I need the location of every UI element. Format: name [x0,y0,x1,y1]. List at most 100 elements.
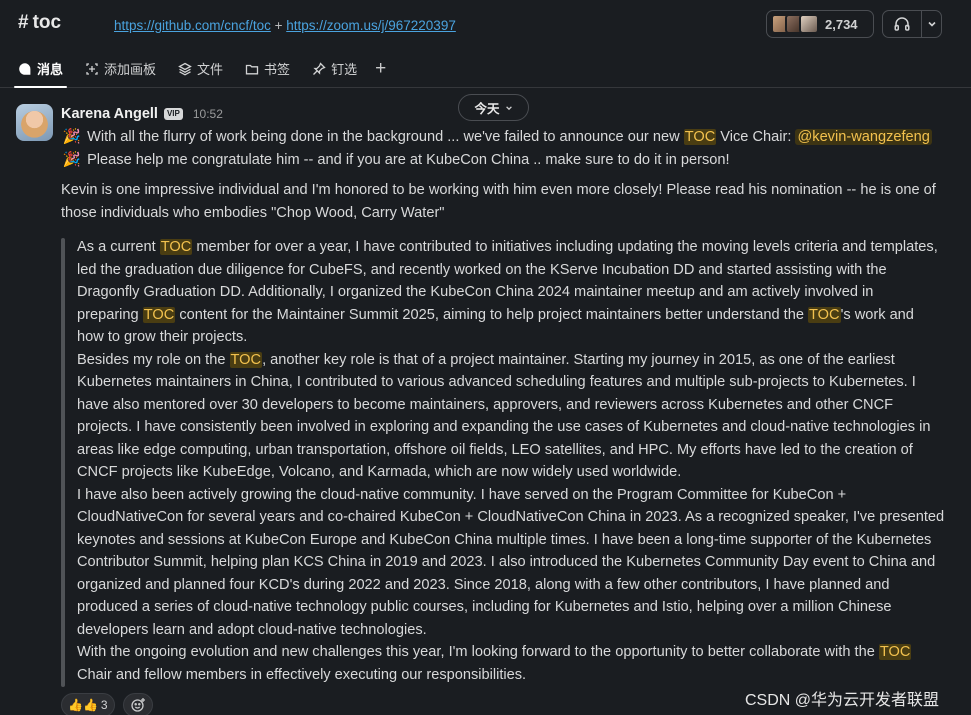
add-reaction-button[interactable] [122,693,153,715]
quote-text: projects. I have consistently been invol… [77,419,931,435]
reaction-thumbs-up[interactable]: 👍👍 3 [61,693,115,715]
quote-text: Contributor Summit, helping plan KCS Chi… [77,554,936,570]
quote-line: Contributor Summit, helping plan KCS Chi… [77,551,935,574]
tab-add-canvas[interactable]: 添加画板 [85,50,156,88]
quote-text: Dragonfly Graduation DD. Additionally, I… [77,284,874,300]
slack-channel-view: # toc https://github.com/cncf/toc + http… [0,0,971,715]
quote-line: how to grow their projects. [77,326,247,349]
topic-link-github[interactable]: https://github.com/cncf/toc [114,18,271,33]
tab-label: 消息 [37,62,64,77]
quote-line: Besides my role on the TOC, another key … [77,349,895,372]
huddle-control [882,10,942,38]
quote-text: member for over a year, I have contribut… [192,239,938,255]
message-line: Kevin is one impressive individual and I… [61,182,936,198]
huddle-options-button[interactable] [922,19,941,29]
quote-text: areas like edge computing, urban transpo… [77,441,913,458]
blockquote-bar [61,238,65,687]
message-line: 🎉 With all the flurry of work being done… [61,126,932,149]
quote-line: areas like edge computing, urban transpo… [77,439,913,462]
message-icon [18,62,32,76]
tab-label: 文件 [197,62,224,77]
quote-text: As a current [77,239,160,255]
quote-text: Kubernetes maintainers in China, I contr… [77,374,916,390]
tab-bookmarks[interactable]: 书签 [245,50,290,88]
bookmark-icon [245,62,259,76]
quote-text: keynotes and sessions at KubeCon Europe … [77,531,932,548]
author-name[interactable]: Karena Angell [61,106,158,122]
quote-line: led the graduation due diligence for Cub… [77,259,887,282]
member-count: 2,734 [825,16,858,32]
vip-badge: VIP [163,108,183,120]
quote-text: , another key role is that of a project … [262,351,895,368]
files-icon [178,62,192,76]
keyword-highlight: TOC [159,239,193,255]
chevron-down-icon [927,21,936,27]
pin-icon [312,61,326,76]
user-mention[interactable]: @kevin-wangzefeng [795,129,932,145]
quote-line: projects. I have consistently been invol… [77,416,930,439]
tab-label: 书签 [264,62,291,77]
quote-text: developers learn and adopt cloud-native … [77,621,427,638]
keyword-highlight: TOC [808,306,841,323]
add-emoji-icon [130,698,145,712]
chevron-down-icon [505,105,512,110]
quote-line: Chair and fellow members in effectively … [77,664,526,687]
date-label: 今天 [474,102,500,116]
quote-text: organized and planned four KCD's during … [77,576,890,593]
quote-line: CNCF projects like KubeEdge, Volcano, an… [77,461,681,484]
reactions-bar: 👍👍 3 [61,693,153,715]
message-timestamp[interactable]: 10:52 [193,107,223,121]
member-avatar [799,14,819,34]
plus-icon: + [375,57,387,79]
message-line: 🎉 Please help me congratulate him -- and… [61,149,730,172]
quote-line: Kubernetes maintainers in China, I contr… [77,371,916,394]
quote-text: With the ongoing evolution and new chall… [77,644,879,660]
quote-line: keynotes and sessions at KubeCon Europe … [77,529,931,552]
quote-line: have also mentored over 30 developers to… [77,394,893,417]
quote-line: produced a series of cloud-native techno… [77,596,892,619]
quote-text: content for the Maintainer Summit 2025, … [175,306,809,323]
channel-tabs: 消息 添加画板 文件 书签 钉选 + [0,50,971,88]
channel-title[interactable]: # toc [18,12,61,34]
topic-link-zoom[interactable]: https://zoom.us/j/967220397 [286,18,456,33]
author-avatar[interactable] [16,104,53,141]
message-line: those individuals who embodies "Chop Woo… [61,205,445,221]
quote-text: have also mentored over 30 developers to… [77,396,894,413]
quote-line: developers learn and adopt cloud-native … [77,619,427,642]
tab-files[interactable]: 文件 [178,50,223,88]
quote-line: preparing TOC content for the Maintainer… [77,304,914,327]
quote-line: Dragonfly Graduation DD. Additionally, I… [77,281,873,304]
quote-line: I have also been actively growing the cl… [77,484,846,507]
tab-label: 钉选 [331,62,358,77]
tab-messages[interactable]: 消息 [13,50,68,88]
headphones-button[interactable] [883,11,921,37]
quote-text: CNCF projects like KubeEdge, Volcano, an… [77,464,682,480]
quote-text: preparing [77,306,143,323]
tab-label: 添加画板 [104,62,157,77]
quote-text: Chair and fellow members in effectively … [77,666,527,683]
canvas-icon [85,62,99,76]
channel-name-label: toc [32,12,62,33]
members-button[interactable]: 2,734 [766,10,874,38]
quote-line: With the ongoing evolution and new chall… [77,641,912,664]
channel-topic: https://github.com/cncf/toc + https://zo… [114,18,456,33]
channel-header: # toc https://github.com/cncf/toc + http… [0,0,971,50]
headphones-icon [894,17,910,31]
quote-line: As a current TOC member for over a year,… [77,236,938,259]
date-divider-pill[interactable]: 今天 [458,94,529,121]
quote-text: produced a series of cloud-native techno… [77,599,892,615]
reaction-count: 3 [100,698,108,712]
party-popper-icon: 🎉 [62,152,82,168]
tab-pins[interactable]: 钉选 [312,50,357,88]
quote-text: CloudNativeCon for several years and co-… [77,509,945,525]
keyword-highlight: TOC [683,129,717,145]
keyword-highlight: TOC [142,306,176,323]
quote-text: 's work and [840,306,914,323]
watermark: CSDN @华为云开发者联盟 [745,692,940,709]
message-header: Karena Angell VIP 10:52 [61,106,223,122]
quote-text: led the graduation due diligence for Cub… [77,261,887,278]
keyword-highlight: TOC [878,644,912,660]
add-tab-button[interactable]: + [375,50,386,88]
quote-text: how to grow their projects. [77,329,248,345]
party-popper-icon: 🎉 [62,129,82,145]
